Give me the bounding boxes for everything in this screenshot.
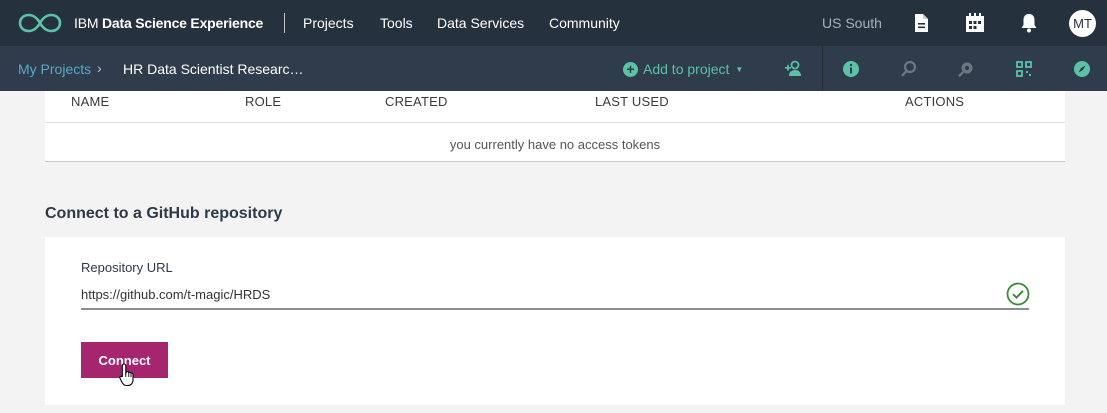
github-section-title: Connect to a GitHub repository	[45, 205, 283, 222]
region-selector[interactable]: US South	[822, 15, 882, 31]
grid-scan-icon[interactable]	[1014, 59, 1034, 79]
breadcrumb-my-projects[interactable]: My Projects	[18, 61, 91, 77]
column-header-actions[interactable]: ACTIONS	[905, 94, 964, 109]
plus-circle-icon: +	[623, 61, 638, 77]
add-to-project-label: Add to project	[643, 61, 730, 77]
breadcrumb-separator-icon: ›	[97, 60, 102, 76]
nav-tools[interactable]: Tools	[380, 15, 413, 31]
column-header-name[interactable]: NAME	[71, 94, 109, 109]
access-tokens-table: NAME ROLE CREATED LAST USED ACTIONS you …	[45, 91, 1065, 162]
repository-url-input[interactable]	[81, 281, 1029, 310]
connections-icon[interactable]	[956, 59, 976, 79]
brand-title[interactable]: IBM Data Science Experience	[74, 15, 263, 31]
nav-community[interactable]: Community	[549, 15, 620, 31]
toolbar-divider	[822, 46, 823, 91]
bell-icon[interactable]	[1017, 11, 1041, 35]
top-bar: IBM Data Science Experience Projects Too…	[0, 0, 1107, 46]
user-avatar[interactable]: MT	[1069, 10, 1096, 37]
calendar-icon[interactable]	[963, 11, 987, 35]
repository-url-label: Repository URL	[81, 260, 173, 275]
connect-button[interactable]: Connect	[81, 342, 168, 378]
header-divider	[45, 122, 1065, 123]
column-header-last-used[interactable]: LAST USED	[595, 94, 669, 109]
nav-data-services[interactable]: Data Services	[437, 15, 524, 31]
column-header-created[interactable]: CREATED	[385, 94, 448, 109]
dsx-logo-icon[interactable]	[18, 12, 62, 34]
brand-divider	[284, 13, 285, 33]
project-toolbar: My Projects › HR Data Scientist Researc……	[0, 46, 1107, 91]
column-header-role[interactable]: ROLE	[245, 94, 281, 109]
find-data-icon[interactable]	[899, 59, 919, 79]
breadcrumb-current-project: HR Data Scientist Researc…	[123, 61, 304, 77]
github-form-card: Repository URL Connect	[45, 237, 1065, 405]
info-icon[interactable]	[841, 59, 861, 79]
add-collaborator-icon[interactable]	[784, 59, 804, 79]
document-icon[interactable]	[909, 11, 933, 35]
compass-icon[interactable]	[1072, 59, 1092, 79]
nav-projects[interactable]: Projects	[303, 15, 354, 31]
valid-check-icon	[1006, 282, 1030, 306]
caret-down-icon: ▼	[735, 64, 744, 74]
empty-tokens-message: you currently have no access tokens	[449, 137, 661, 152]
add-to-project-button[interactable]: + Add to project ▼	[623, 59, 743, 79]
